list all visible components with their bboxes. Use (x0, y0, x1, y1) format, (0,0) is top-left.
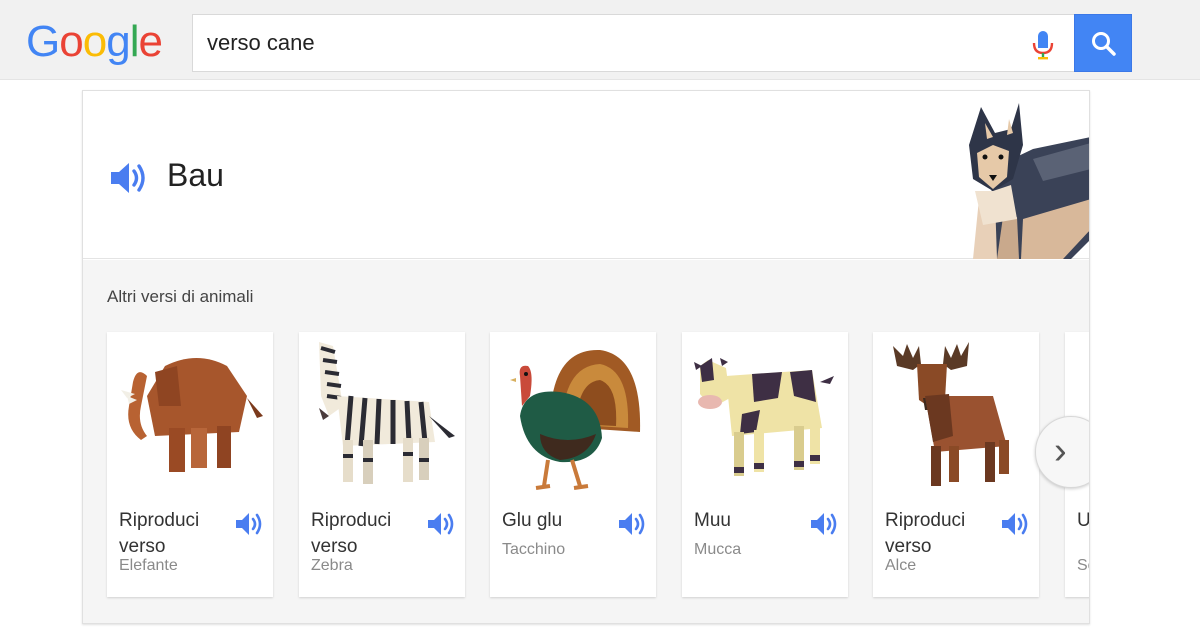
tile-animal-name: Sciacallo (1077, 557, 1089, 574)
animal-tile-elefante[interactable]: Riproduci verso Elefante (107, 332, 273, 597)
speaker-icon[interactable] (235, 510, 265, 538)
cow-illustration (694, 358, 834, 476)
search-input[interactable]: verso cane (192, 14, 1074, 72)
moose-illustration (893, 342, 1009, 486)
animal-tile-mucca[interactable]: Muu Mucca (682, 332, 848, 597)
zebra-illustration (319, 342, 455, 484)
search-button[interactable] (1074, 14, 1132, 72)
tile-animal-name: Zebra (311, 557, 353, 574)
speaker-icon[interactable] (109, 159, 149, 197)
logo-letter: o (59, 17, 84, 66)
tile-animal-name: Elefante (119, 557, 178, 574)
tile-animal-name: Alce (885, 557, 917, 574)
main-sound-panel: Bau (83, 91, 1089, 259)
tile-label: Riproduci verso (311, 510, 392, 557)
logo-letter: l (129, 17, 140, 66)
microphone-icon[interactable] (1030, 29, 1056, 61)
other-animals-carousel: Altri versi di animali Riproduci verso E… (83, 260, 1090, 623)
speaker-icon[interactable] (810, 510, 840, 538)
elephant-illustration (121, 358, 263, 472)
tile-label: Riproduci verso (885, 510, 966, 557)
logo-letter: e (138, 17, 163, 66)
google-logo[interactable]: Google (26, 16, 163, 68)
animal-tile-tacchino[interactable]: Glu glu Tacchino (490, 332, 656, 597)
tile-animal-name: Tacchino (502, 541, 566, 558)
animal-tile-alce[interactable]: Riproduci verso Alce (873, 332, 1039, 597)
logo-letter: g (106, 17, 131, 66)
speaker-icon[interactable] (427, 510, 457, 538)
animal-tile-zebra[interactable]: Riproduci verso Zebra (299, 332, 465, 597)
magnifier-icon (1092, 32, 1116, 56)
carousel-title: Altri versi di animali (107, 287, 254, 306)
turkey-illustration (510, 349, 641, 490)
tile-label: Riproduci verso (119, 510, 200, 557)
speaker-icon[interactable] (618, 510, 648, 538)
speaker-icon[interactable] (1001, 510, 1031, 538)
search-header: Google verso cane (0, 0, 1200, 80)
tile-label: Muu (694, 510, 731, 531)
search-query-text[interactable]: verso cane (207, 29, 315, 57)
carousel-next-button[interactable]: › (1035, 416, 1089, 488)
tile-animal-name: Mucca (694, 541, 742, 558)
chevron-right-icon: › (1054, 430, 1067, 472)
tile-label: Glu glu (502, 510, 563, 531)
sound-word: Bau (167, 157, 224, 193)
animal-sound-card: Bau Altri versi di animali Riproduci ver… (82, 90, 1090, 624)
logo-letter: o (82, 17, 108, 66)
dog-illustration (969, 103, 1089, 259)
logo-letter: G (26, 17, 60, 66)
tile-label: Ululato (1077, 510, 1090, 531)
